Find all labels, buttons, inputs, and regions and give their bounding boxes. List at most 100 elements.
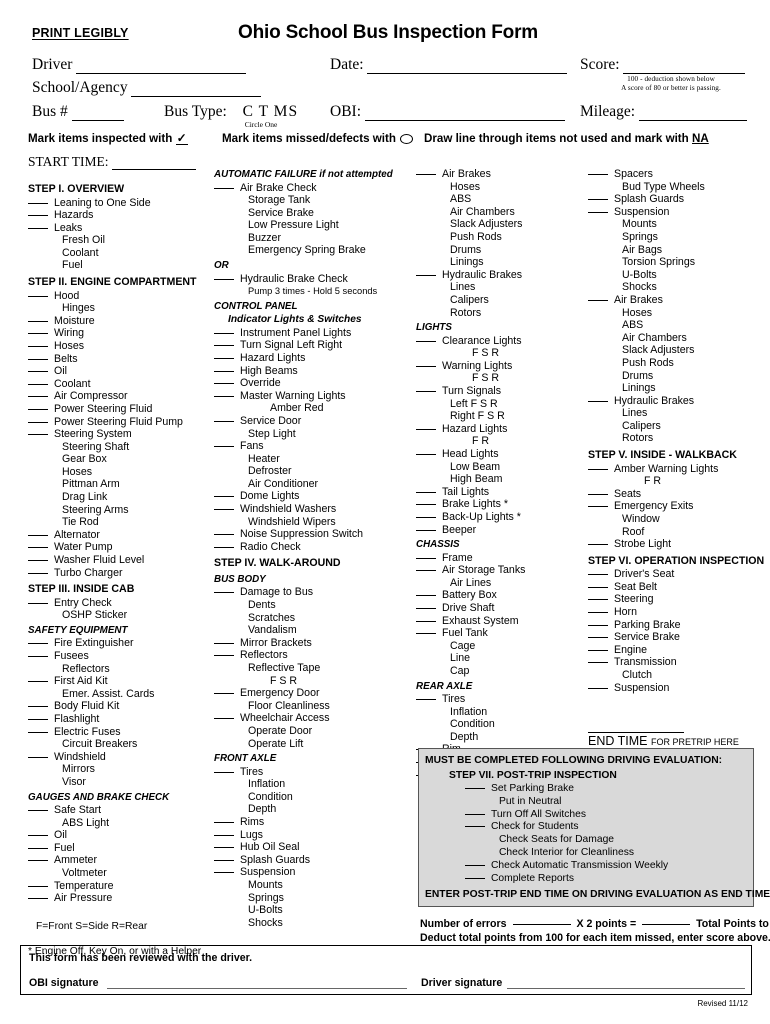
checklist-blank[interactable] [416, 174, 436, 175]
checklist-blank[interactable] [588, 586, 608, 588]
checklist-blank[interactable] [416, 595, 436, 597]
checklist-blank[interactable] [214, 534, 234, 536]
checklist-blank[interactable] [214, 693, 234, 695]
driver-input[interactable] [76, 60, 247, 74]
school-agency-input[interactable] [131, 83, 262, 97]
checklist-blank[interactable] [28, 202, 48, 204]
checklist-blank[interactable] [416, 570, 436, 572]
checklist-blank[interactable] [214, 872, 234, 874]
checklist-blank[interactable] [214, 370, 234, 372]
checklist-blank[interactable] [28, 320, 48, 322]
checklist-blank[interactable] [214, 509, 234, 511]
checklist-blank[interactable] [214, 420, 234, 422]
checklist-blank[interactable] [214, 859, 234, 861]
checklist-blank[interactable] [214, 357, 234, 359]
score-input[interactable] [623, 60, 746, 74]
checklist-blank[interactable] [416, 491, 436, 493]
checklist-blank[interactable] [214, 345, 234, 347]
checklist-blank[interactable] [588, 612, 608, 613]
checklist-blank[interactable] [214, 592, 234, 594]
checklist-blank[interactable] [214, 834, 234, 836]
checklist-blank[interactable] [588, 544, 608, 546]
checklist-blank[interactable] [28, 572, 48, 574]
checklist-blank[interactable] [28, 295, 48, 297]
mileage-input[interactable] [638, 107, 747, 121]
checklist-blank[interactable] [28, 383, 48, 385]
checklist-blank[interactable] [588, 624, 608, 626]
checklist-blank[interactable] [214, 446, 234, 448]
checklist-blank[interactable] [214, 847, 234, 849]
checklist-blank[interactable] [588, 649, 608, 651]
checklist-blank[interactable] [416, 428, 436, 430]
checklist-blank[interactable] [214, 642, 234, 644]
checklist-blank[interactable] [416, 557, 436, 559]
checklist-blank[interactable] [28, 396, 48, 398]
checklist-blank[interactable] [416, 453, 436, 455]
checklist-blank[interactable] [28, 885, 48, 887]
checklist-blank[interactable] [28, 408, 48, 410]
checklist-blank[interactable] [214, 546, 234, 548]
checklist-blank[interactable] [588, 211, 608, 213]
checklist-blank[interactable] [588, 299, 608, 301]
checklist-blank[interactable] [214, 771, 234, 773]
checklist-blank[interactable] [588, 637, 608, 639]
checklist-blank[interactable] [28, 227, 48, 229]
checklist-blank[interactable] [214, 395, 234, 397]
checklist-blank[interactable] [28, 358, 48, 360]
checklist-blank[interactable] [588, 687, 608, 689]
checklist-blank[interactable] [465, 826, 485, 828]
checklist-blank[interactable] [588, 662, 608, 664]
checklist-blank[interactable] [416, 391, 436, 392]
checklist-blank[interactable] [214, 496, 234, 498]
checklist-blank[interactable] [588, 174, 608, 175]
checklist-blank[interactable] [28, 756, 48, 758]
checklist-blank[interactable] [416, 608, 436, 609]
checklist-blank[interactable] [416, 365, 436, 367]
checklist-blank[interactable] [28, 847, 48, 849]
checklist-blank[interactable] [588, 493, 608, 495]
checklist-blank[interactable] [465, 877, 485, 879]
number-of-errors-input[interactable] [512, 924, 571, 925]
checklist-blank[interactable] [588, 199, 608, 201]
checklist-blank[interactable] [28, 534, 48, 536]
checklist-blank[interactable] [214, 187, 234, 189]
checklist-blank[interactable] [28, 434, 48, 436]
checklist-blank[interactable] [28, 898, 48, 900]
checklist-blank[interactable] [416, 699, 436, 701]
checklist-blank[interactable] [28, 643, 48, 645]
checklist-blank[interactable] [214, 278, 234, 280]
checklist-blank[interactable] [416, 340, 436, 342]
checklist-blank[interactable] [28, 560, 48, 562]
checklist-blank[interactable] [465, 813, 485, 815]
checklist-blank[interactable] [416, 274, 436, 276]
checklist-blank[interactable] [416, 529, 436, 531]
checklist-blank[interactable] [28, 547, 48, 549]
checklist-blank[interactable] [28, 860, 48, 862]
driver-signature-input[interactable] [507, 977, 745, 989]
checklist-blank[interactable] [28, 333, 48, 335]
total-points-input[interactable] [642, 924, 691, 925]
checklist-blank[interactable] [416, 620, 436, 622]
start-time-input[interactable] [111, 156, 196, 170]
obi-input[interactable] [364, 107, 565, 121]
end-time-input[interactable] [588, 720, 684, 734]
checklist-blank[interactable] [588, 400, 608, 402]
checklist-blank[interactable] [28, 602, 48, 604]
checklist-blank[interactable] [28, 345, 48, 347]
checklist-blank[interactable] [28, 718, 48, 720]
checklist-blank[interactable] [465, 864, 485, 866]
bus-number-input[interactable] [71, 107, 124, 121]
checklist-blank[interactable] [588, 506, 608, 508]
checklist-blank[interactable] [28, 215, 48, 217]
checklist-blank[interactable] [214, 383, 234, 385]
checklist-blank[interactable] [214, 332, 234, 334]
bus-type-options[interactable]: C T MS [243, 103, 298, 120]
checklist-blank[interactable] [28, 835, 48, 837]
checklist-blank[interactable] [214, 718, 234, 720]
checklist-blank[interactable] [214, 655, 234, 657]
obi-signature-input[interactable] [107, 977, 407, 989]
checklist-blank[interactable] [28, 810, 48, 812]
date-input[interactable] [367, 60, 568, 74]
checklist-blank[interactable] [588, 574, 608, 576]
checklist-blank[interactable] [28, 421, 48, 423]
